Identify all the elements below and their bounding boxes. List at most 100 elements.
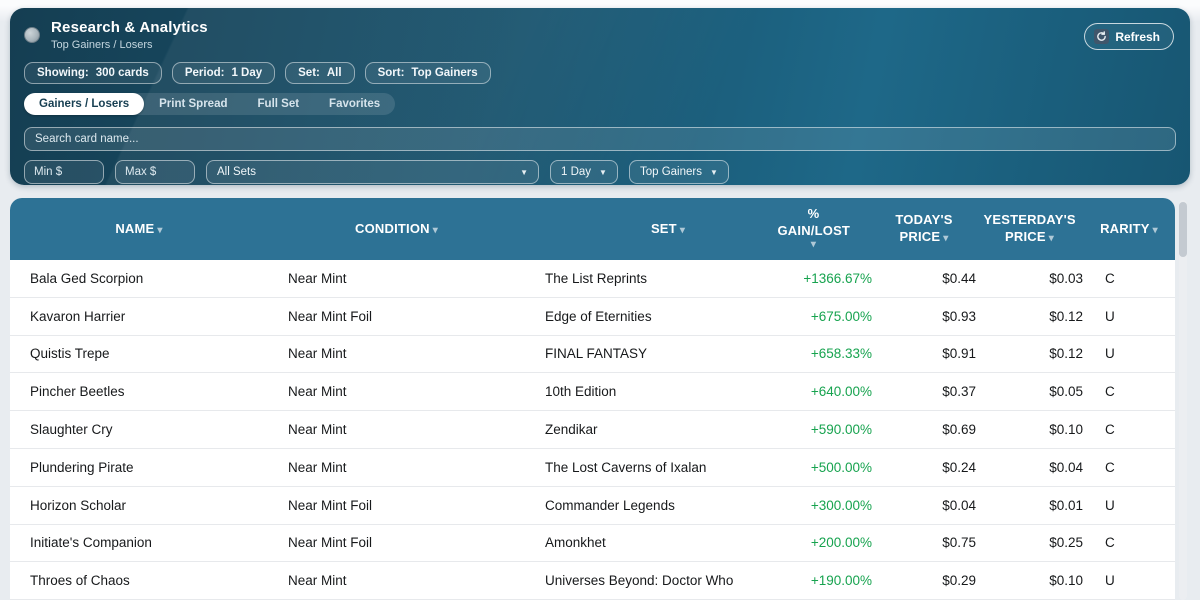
filter-summary-chip: Showing: 300 cards	[24, 62, 162, 84]
table-row[interactable]: Plundering Pirate Near Mint The Lost Cav…	[10, 449, 1175, 487]
column-header-today-price[interactable]: TODAY'S PRICE▾	[872, 212, 976, 246]
sort-icon: ▾	[778, 240, 850, 249]
max-price-input[interactable]	[115, 160, 195, 184]
column-header-label: YESTERDAY'S PRICE	[984, 212, 1076, 244]
column-header-gain[interactable]: % GAIN/LOST ▾	[755, 206, 872, 252]
cell-gain-percent: +640.00%	[755, 384, 872, 399]
chip-label: Showing:	[37, 67, 89, 79]
cell-yesterday-price: $0.03	[976, 271, 1083, 286]
column-header-label: % GAIN/LOST	[778, 206, 851, 238]
tab-full-set[interactable]: Full Set	[243, 93, 315, 115]
cell-name: Horizon Scholar	[10, 498, 268, 513]
cell-name: Throes of Chaos	[10, 573, 268, 588]
cell-gain-percent: +300.00%	[755, 498, 872, 513]
cell-gain-percent: +1366.67%	[755, 271, 872, 286]
filter-summary-chip: Set: All	[285, 62, 354, 84]
cell-today-price: $0.93	[872, 309, 976, 324]
chevron-down-icon: ▼	[599, 168, 607, 177]
column-header-name[interactable]: NAME▾	[10, 221, 268, 238]
tab-favorites[interactable]: Favorites	[314, 93, 395, 115]
table-row[interactable]: Pincher Beetles Near Mint 10th Edition +…	[10, 373, 1175, 411]
cell-yesterday-price: $0.05	[976, 384, 1083, 399]
column-header-condition[interactable]: CONDITION▾	[268, 221, 525, 238]
table-row[interactable]: Kavaron Harrier Near Mint Foil Edge of E…	[10, 298, 1175, 336]
cell-set: The Lost Caverns of Ixalan	[525, 460, 755, 475]
cell-rarity: U	[1083, 498, 1175, 513]
chip-value: All	[327, 67, 342, 79]
tab-print-spread[interactable]: Print Spread	[144, 93, 242, 115]
chevron-down-icon: ▼	[710, 168, 718, 177]
cell-today-price: $0.44	[872, 271, 976, 286]
cell-gain-percent: +658.33%	[755, 346, 872, 361]
cell-rarity: U	[1083, 573, 1175, 588]
cell-today-price: $0.69	[872, 422, 976, 437]
refresh-button[interactable]: Refresh	[1084, 23, 1174, 50]
period-select[interactable]: 1 Day ▼	[550, 160, 618, 184]
table-row[interactable]: Throes of Chaos Near Mint Universes Beyo…	[10, 562, 1175, 600]
cell-set: Universes Beyond: Doctor Who	[525, 573, 755, 588]
column-header-yesterday-price[interactable]: YESTERDAY'S PRICE▾	[976, 212, 1083, 246]
sort-icon: ▾	[433, 225, 438, 236]
table-row[interactable]: Quistis Trepe Near Mint FINAL FANTASY +6…	[10, 336, 1175, 374]
cell-condition: Near Mint	[268, 573, 525, 588]
column-header-label: CONDITION	[355, 221, 430, 236]
filter-summary-chip: Period: 1 Day	[172, 62, 275, 84]
cell-condition: Near Mint	[268, 346, 525, 361]
cell-condition: Near Mint	[268, 384, 525, 399]
cell-name: Kavaron Harrier	[10, 309, 268, 324]
cell-name: Bala Ged Scorpion	[10, 271, 268, 286]
set-select[interactable]: All Sets ▼	[206, 160, 539, 184]
cell-gain-percent: +500.00%	[755, 460, 872, 475]
cell-today-price: $0.29	[872, 573, 976, 588]
column-header-label: RARITY	[1100, 221, 1150, 236]
table-row[interactable]: Initiate's Companion Near Mint Foil Amon…	[10, 525, 1175, 563]
cell-today-price: $0.37	[872, 384, 976, 399]
cell-set: Edge of Eternities	[525, 309, 755, 324]
scrollbar[interactable]	[1179, 200, 1187, 600]
page-subtitle: Top Gainers / Losers	[51, 39, 208, 51]
cell-condition: Near Mint	[268, 271, 525, 286]
cell-condition: Near Mint	[268, 422, 525, 437]
cell-condition: Near Mint Foil	[268, 535, 525, 550]
chip-label: Period:	[185, 67, 225, 79]
column-header-label: SET	[651, 221, 677, 236]
cell-name: Plundering Pirate	[10, 460, 268, 475]
table-row[interactable]: Horizon Scholar Near Mint Foil Commander…	[10, 487, 1175, 525]
app-logo-icon	[24, 27, 40, 43]
cell-gain-percent: +675.00%	[755, 309, 872, 324]
column-header-set[interactable]: SET▾	[525, 221, 755, 238]
period-select-value: 1 Day	[561, 166, 591, 178]
tab-gainers-losers[interactable]: Gainers / Losers	[24, 93, 144, 115]
scrollbar-thumb[interactable]	[1179, 202, 1187, 257]
view-tabs: Gainers / Losers Print Spread Full Set F…	[24, 93, 395, 115]
cell-yesterday-price: $0.01	[976, 498, 1083, 513]
cell-name: Slaughter Cry	[10, 422, 268, 437]
cell-name: Pincher Beetles	[10, 384, 268, 399]
cell-set: The List Reprints	[525, 271, 755, 286]
chip-value: 300 cards	[96, 67, 149, 79]
cell-rarity: C	[1083, 535, 1175, 550]
chevron-down-icon: ▼	[520, 168, 528, 177]
gainers-table: NAME▾ CONDITION▾ SET▾ % GAIN/LOST▾ TODAY…	[10, 198, 1175, 600]
cell-set: Zendikar	[525, 422, 755, 437]
sort-icon: ▾	[1049, 233, 1054, 244]
refresh-icon	[1094, 29, 1109, 44]
sort-icon: ▾	[680, 225, 685, 236]
table-row[interactable]: Slaughter Cry Near Mint Zendikar +590.00…	[10, 411, 1175, 449]
cell-set: FINAL FANTASY	[525, 346, 755, 361]
cell-set: Commander Legends	[525, 498, 755, 513]
table-row[interactable]: Bala Ged Scorpion Near Mint The List Rep…	[10, 260, 1175, 298]
sort-select-value: Top Gainers	[640, 166, 702, 178]
cell-name: Quistis Trepe	[10, 346, 268, 361]
table-body: Bala Ged Scorpion Near Mint The List Rep…	[10, 260, 1175, 600]
set-select-value: All Sets	[217, 166, 256, 178]
min-price-input[interactable]	[24, 160, 104, 184]
chip-label: Sort:	[378, 67, 405, 79]
cell-condition: Near Mint Foil	[268, 498, 525, 513]
column-header-rarity[interactable]: RARITY▾	[1083, 221, 1175, 238]
chip-value: 1 Day	[231, 67, 262, 79]
sort-select[interactable]: Top Gainers ▼	[629, 160, 729, 184]
cell-yesterday-price: $0.12	[976, 346, 1083, 361]
search-input[interactable]	[24, 127, 1176, 151]
refresh-label: Refresh	[1115, 30, 1160, 44]
